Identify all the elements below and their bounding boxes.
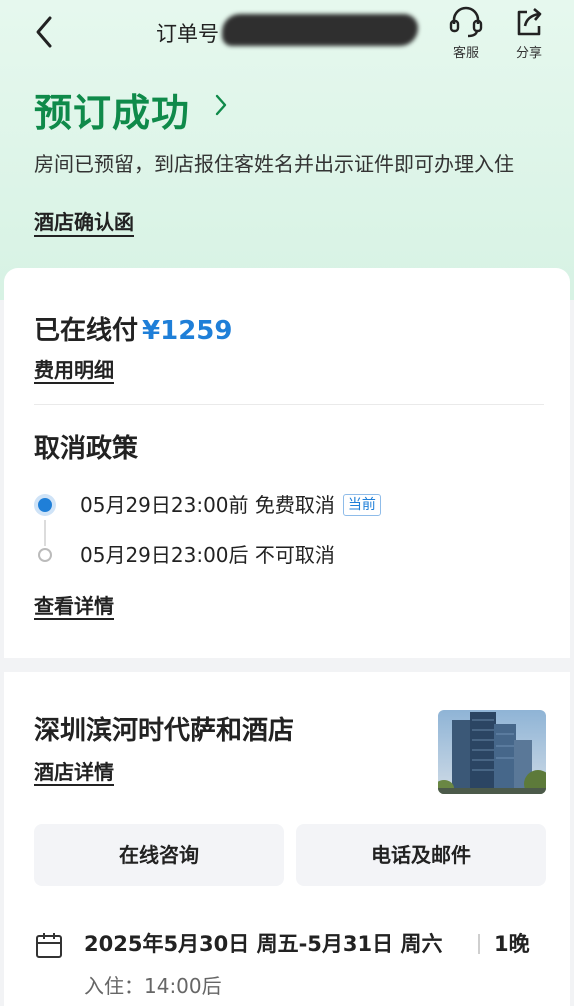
share-icon	[517, 8, 542, 36]
back-button[interactable]	[28, 12, 64, 52]
divider	[34, 404, 544, 405]
redacted-order-number	[222, 14, 418, 46]
cancel-policy-text: 05月29日23:00后 不可取消	[80, 543, 335, 567]
hotel-photo[interactable]	[438, 710, 546, 794]
hotel-building-image	[438, 710, 546, 794]
share-button[interactable]: 分享	[503, 4, 555, 62]
nights-count: 1晚	[494, 932, 530, 956]
divider	[478, 934, 480, 954]
timeline-dot-active	[38, 498, 52, 512]
paid-summary: 已在线付 ¥1259	[34, 310, 232, 347]
customer-service-label: 客服	[452, 46, 479, 61]
cancel-policy-text: 05月29日23:00前 免费取消	[80, 493, 335, 517]
chevron-right-icon[interactable]	[212, 92, 230, 118]
booking-status-description: 房间已预留，到店报住客姓名并出示证件即可办理入住	[34, 152, 514, 176]
customer-service-button[interactable]: 客服	[440, 4, 492, 62]
hotel-card: 深圳滨河时代萨和酒店 酒店详情 在线咨询 电话及邮件 2025年5月30日 周五…	[4, 672, 570, 1006]
cancel-policy-title: 取消政策	[34, 434, 139, 464]
hotel-confirmation-link[interactable]: 酒店确认函	[34, 209, 134, 237]
top-nav-bar: 订单号 客服 分享	[0, 0, 574, 70]
chevron-left-icon	[36, 16, 52, 48]
calendar-icon	[36, 933, 62, 958]
payment-policy-card: 已在线付 ¥1259 费用明细 取消政策 05月29日23:00前 免费取消 当前 …	[4, 268, 570, 658]
order-number-label: 订单号	[156, 22, 219, 46]
checkin-time: 入住：14:00后	[84, 974, 222, 998]
stay-dates-row: 2025年5月30日 周五-5月31日 周六 1晚	[34, 928, 554, 962]
headset-icon	[449, 6, 483, 38]
booking-status-title[interactable]: 预订成功	[34, 82, 190, 137]
current-badge: 当前	[342, 494, 381, 516]
paid-amount: ¥1259	[142, 316, 233, 346]
view-details-link[interactable]: 查看详情	[34, 594, 114, 620]
timeline-dot-inactive	[38, 548, 52, 562]
online-consult-button[interactable]: 在线咨询	[34, 824, 284, 886]
phone-email-button[interactable]: 电话及邮件	[296, 824, 546, 886]
timeline-connector	[44, 520, 46, 546]
fee-detail-link[interactable]: 费用明细	[34, 358, 114, 384]
paid-label: 已在线付	[34, 316, 139, 346]
hotel-detail-link[interactable]: 酒店详情	[34, 760, 114, 786]
stay-dates: 2025年5月30日 周五-5月31日 周六	[84, 932, 443, 956]
share-label: 分享	[515, 46, 542, 61]
hotel-name[interactable]: 深圳滨河时代萨和酒店	[34, 710, 294, 747]
